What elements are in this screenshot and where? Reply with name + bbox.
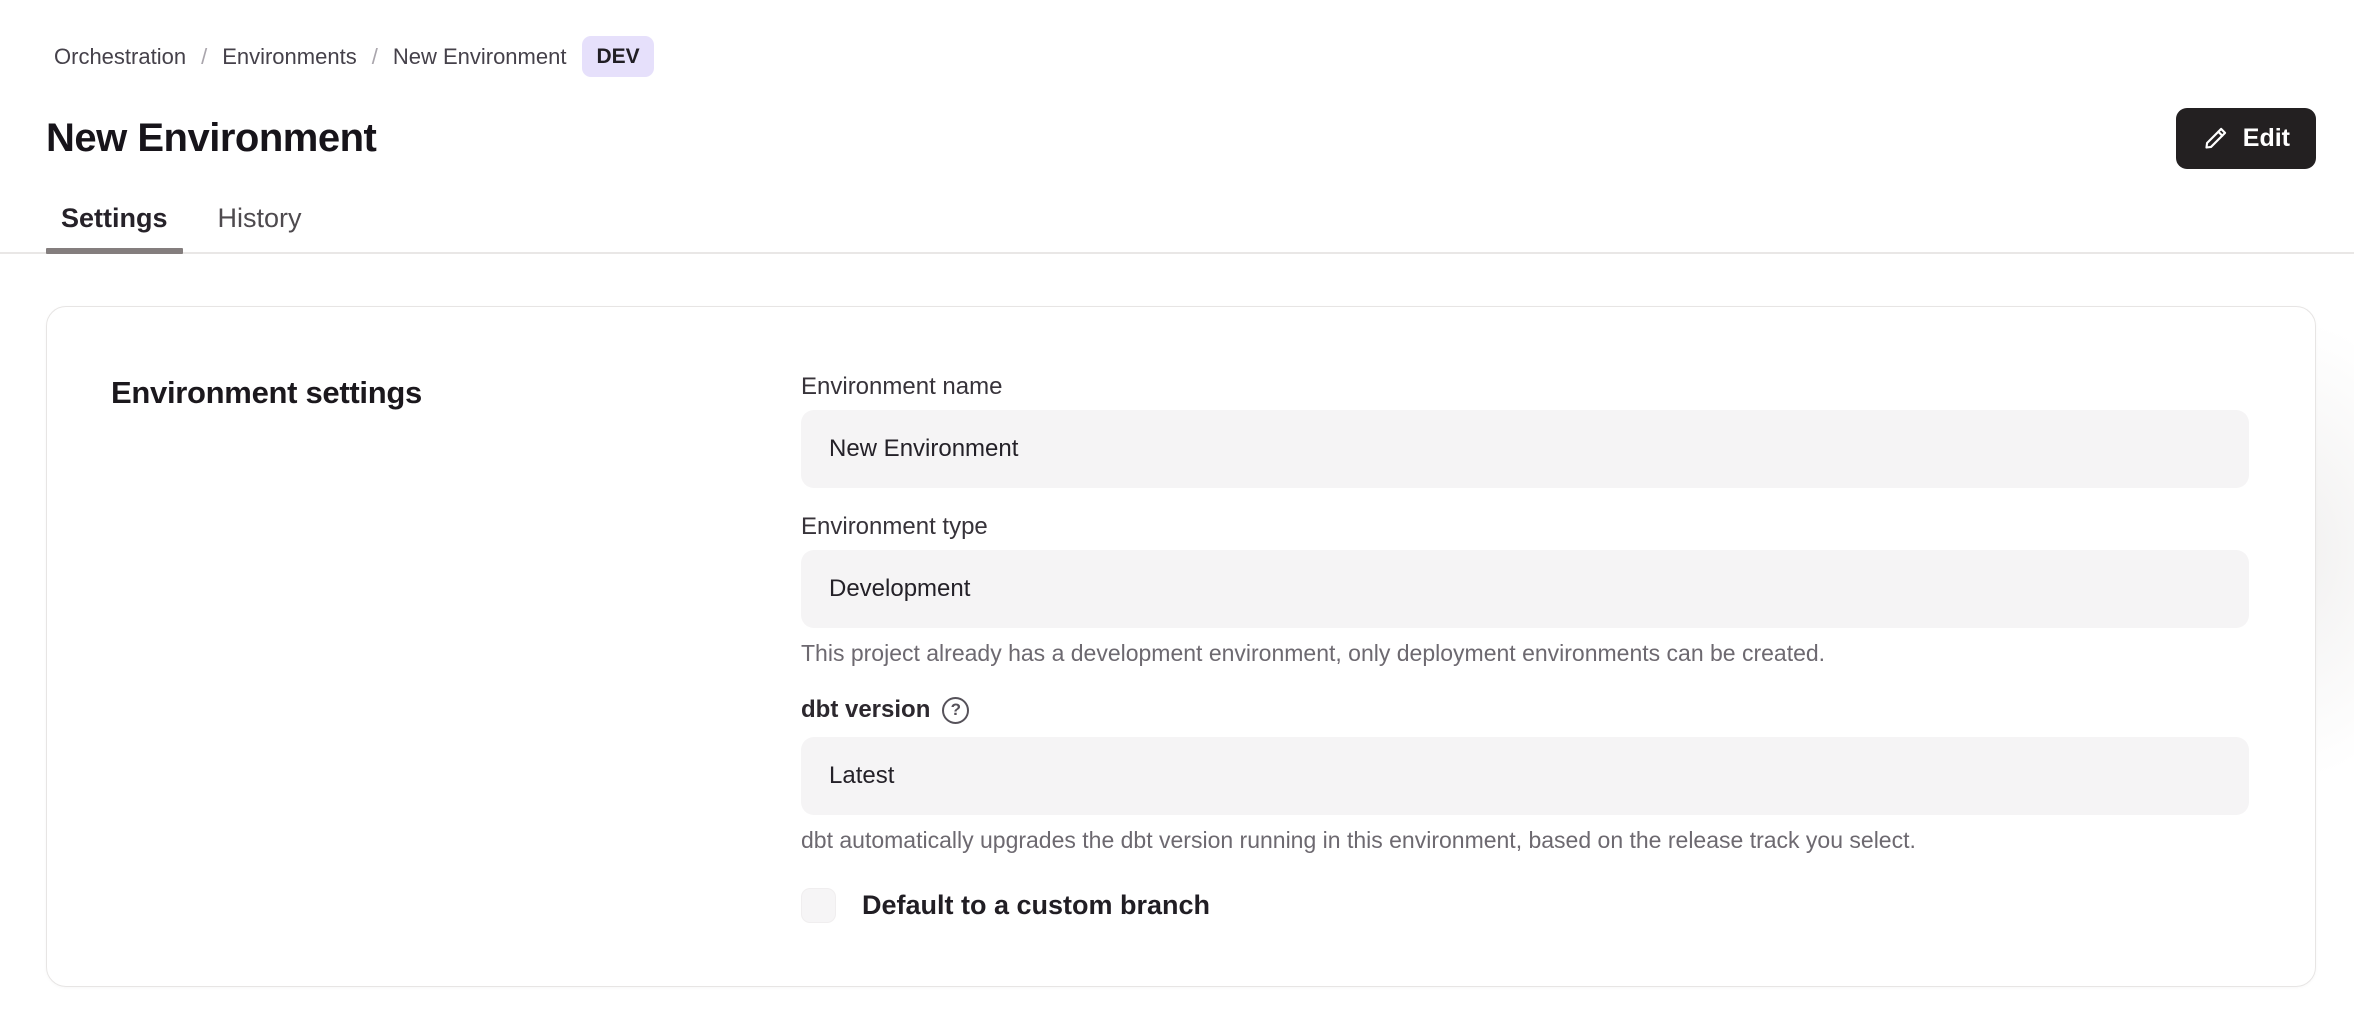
- breadcrumb: Orchestration / Environments / New Envir…: [0, 0, 2354, 77]
- environment-type-helper: This project already has a development e…: [801, 640, 2249, 667]
- breadcrumb-separator: /: [201, 40, 207, 74]
- pencil-icon: [2202, 125, 2229, 152]
- breadcrumb-orchestration[interactable]: Orchestration: [54, 40, 186, 74]
- card-form-column: Environment name New Environment Environ…: [801, 373, 2249, 986]
- custom-branch-checkbox: [801, 888, 836, 923]
- dbt-version-label: dbt version: [801, 696, 930, 724]
- environment-type-label: Environment type: [801, 513, 2249, 541]
- breadcrumb-current-environment: New Environment: [393, 40, 567, 74]
- environment-name-input: New Environment: [801, 410, 2249, 488]
- environment-type-value: Development: [829, 575, 970, 603]
- environment-name-label: Environment name: [801, 373, 2249, 401]
- page-header: New Environment Edit: [0, 107, 2354, 169]
- dbt-version-helper: dbt automatically upgrades the dbt versi…: [801, 827, 2249, 854]
- dbt-version-select: Latest: [801, 737, 2249, 815]
- environment-type-select: Development: [801, 550, 2249, 628]
- page-title: New Environment: [46, 116, 376, 161]
- card-heading: Environment settings: [111, 375, 801, 411]
- breadcrumb-environments[interactable]: Environments: [222, 40, 357, 74]
- environment-settings-card: Environment settings Environment name Ne…: [46, 306, 2316, 987]
- environment-name-value: New Environment: [829, 435, 1018, 463]
- card-left-column: Environment settings: [111, 373, 801, 986]
- breadcrumb-separator: /: [372, 40, 378, 74]
- edit-button-label: Edit: [2243, 124, 2290, 153]
- dbt-version-label-row: dbt version: [801, 696, 2249, 724]
- tab-bar: Settings History: [0, 205, 2354, 254]
- environment-settings-page: Orchestration / Environments / New Envir…: [0, 0, 2354, 1020]
- edit-button[interactable]: Edit: [2176, 108, 2316, 169]
- tab-settings[interactable]: Settings: [46, 205, 183, 252]
- tab-history[interactable]: History: [203, 205, 317, 252]
- dbt-version-value: Latest: [829, 762, 894, 790]
- dev-environment-badge: DEV: [582, 36, 653, 77]
- custom-branch-row: Default to a custom branch: [801, 888, 2249, 923]
- question-mark-circle-icon[interactable]: [942, 697, 969, 724]
- custom-branch-label: Default to a custom branch: [862, 890, 1210, 921]
